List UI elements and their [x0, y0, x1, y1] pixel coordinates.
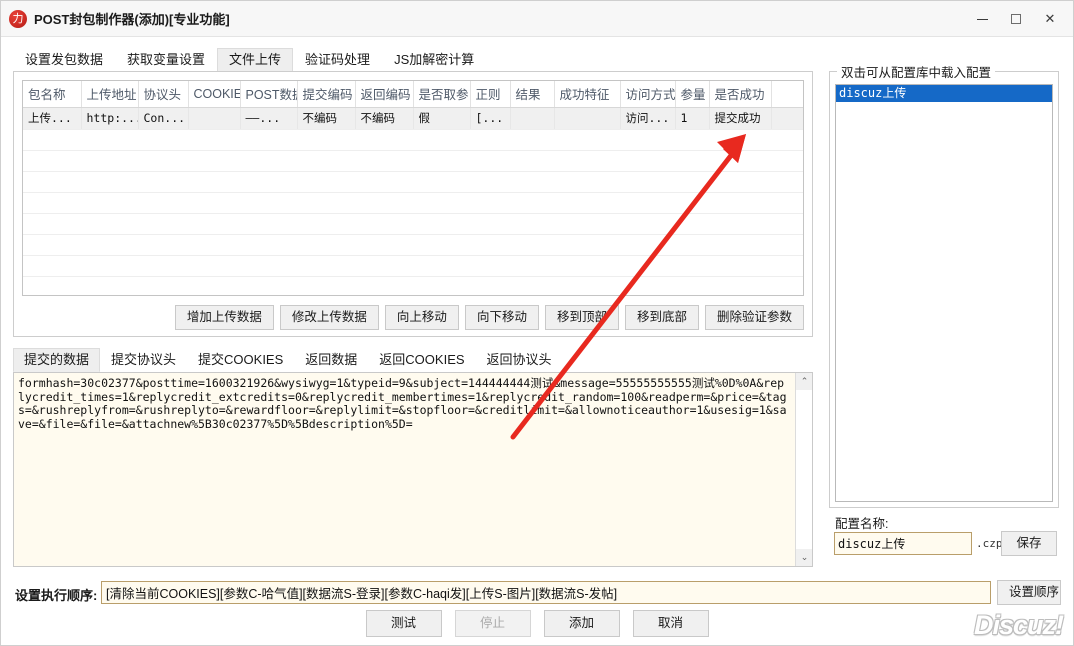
- dialog-action-row: 测试 停止 添加 取消: [1, 610, 1073, 637]
- cell-access-method: 访问...: [620, 107, 676, 130]
- tab-variable-settings[interactable]: 获取变量设置: [115, 48, 217, 72]
- title-bar: POST封包制作器(添加)[专业功能] ✕: [1, 1, 1073, 37]
- col-result[interactable]: 结果: [510, 81, 555, 108]
- exec-order-label: 设置执行顺序:: [15, 588, 98, 603]
- test-button[interactable]: 测试: [365, 610, 442, 637]
- submitted-data-content: formhash=30c02377&posttime=1600321926&wy…: [18, 376, 787, 431]
- table-row[interactable]: [23, 129, 803, 151]
- config-library-list[interactable]: discuz上传: [835, 84, 1053, 502]
- data-tab-strip: 提交的数据 提交协议头 提交COOKIES 返回数据 返回COOKIES 返回协…: [13, 348, 563, 372]
- col-protocol-header[interactable]: 协议头: [138, 81, 189, 108]
- save-config-button[interactable]: 保存: [1001, 531, 1057, 556]
- upload-data-grid[interactable]: 包名称 上传地址 协议头 COOKIE POST数据 提交编码 返回编码 是否取…: [22, 80, 804, 296]
- table-row[interactable]: [23, 150, 803, 172]
- cell-filler: [771, 107, 803, 130]
- tab-return-data[interactable]: 返回数据: [294, 348, 368, 372]
- col-is-success[interactable]: 是否成功: [709, 81, 772, 108]
- move-up-button[interactable]: 向上移动: [384, 304, 459, 330]
- scroll-down-icon[interactable]: ⌄: [796, 549, 812, 566]
- table-row[interactable]: [23, 213, 803, 235]
- config-library-group: discuz上传: [829, 71, 1059, 508]
- close-icon[interactable]: ✕: [1033, 1, 1067, 37]
- cell-submit-encoding: 不编码: [297, 107, 356, 130]
- minimize-button[interactable]: [965, 1, 999, 37]
- tab-return-headers[interactable]: 返回协议头: [476, 348, 563, 372]
- tab-send-packet-settings[interactable]: 设置发包数据: [13, 48, 115, 72]
- cell-post-data: ——...: [240, 107, 298, 130]
- col-cookie[interactable]: COOKIE: [188, 81, 241, 108]
- window-controls: ✕: [965, 1, 1073, 37]
- col-regex[interactable]: 正则: [470, 81, 511, 108]
- col-take-param[interactable]: 是否取参: [413, 81, 471, 108]
- config-name-input[interactable]: [834, 532, 972, 555]
- cell-upload-url: http:...: [81, 107, 139, 130]
- file-upload-panel: 包名称 上传地址 协议头 COOKIE POST数据 提交编码 返回编码 是否取…: [13, 71, 813, 337]
- tab-return-cookies[interactable]: 返回COOKIES: [368, 348, 475, 372]
- exec-order-input[interactable]: [101, 581, 991, 604]
- table-row[interactable]: 上传... http:... Con... ——... 不编码 不编码 假 [.…: [23, 107, 803, 130]
- submitted-data-textarea[interactable]: formhash=30c02377&posttime=1600321926&wy…: [13, 372, 813, 567]
- delete-verify-param-button[interactable]: 删除验证参数: [704, 304, 804, 330]
- cell-package-name: 上传...: [23, 107, 82, 130]
- cell-cookie: [188, 107, 241, 130]
- tab-file-upload[interactable]: 文件上传: [217, 48, 294, 72]
- config-name-label: 配置名称:: [835, 517, 889, 531]
- cell-return-encoding: 不编码: [355, 107, 414, 130]
- tab-captcha-handling[interactable]: 验证码处理: [293, 48, 382, 72]
- col-return-encoding[interactable]: 返回编码: [355, 81, 414, 108]
- col-post-data[interactable]: POST数据: [240, 81, 298, 108]
- col-filler: [771, 81, 803, 108]
- tab-submit-headers[interactable]: 提交协议头: [100, 348, 187, 372]
- col-upload-url[interactable]: 上传地址: [81, 81, 139, 108]
- grid-header-row: 包名称 上传地址 协议头 COOKIE POST数据 提交编码 返回编码 是否取…: [23, 81, 803, 108]
- col-quantity[interactable]: 参量: [675, 81, 710, 108]
- maximize-button[interactable]: [999, 1, 1033, 37]
- cell-protocol-header: Con...: [138, 107, 189, 130]
- col-package-name[interactable]: 包名称: [23, 81, 82, 108]
- app-logo-icon: [9, 9, 27, 28]
- cell-success-feature: [554, 107, 621, 130]
- tab-submitted-data[interactable]: 提交的数据: [13, 348, 101, 372]
- top-tab-strip: 设置发包数据 获取变量设置 文件上传 验证码处理 JS加解密计算: [13, 48, 486, 72]
- table-row[interactable]: [23, 234, 803, 256]
- config-library-legend: 双击可从配置库中载入配置: [837, 62, 996, 81]
- scroll-up-icon[interactable]: ⌃: [796, 373, 812, 390]
- edit-upload-data-button[interactable]: 修改上传数据: [279, 304, 379, 330]
- table-row[interactable]: [23, 171, 803, 193]
- table-row[interactable]: [23, 192, 803, 214]
- grid-button-row: 增加上传数据 修改上传数据 向上移动 向下移动 移到顶部 移到底部 删除验证参数: [22, 304, 804, 330]
- col-access-method[interactable]: 访问方式: [620, 81, 676, 108]
- post-packet-builder-window: POST封包制作器(添加)[专业功能] ✕ 设置发包数据 获取变量设置 文件上传…: [0, 0, 1074, 646]
- move-to-bottom-button[interactable]: 移到底部: [624, 304, 699, 330]
- add-upload-data-button[interactable]: 增加上传数据: [174, 304, 274, 330]
- col-success-feature[interactable]: 成功特征: [554, 81, 621, 108]
- list-item[interactable]: discuz上传: [836, 85, 1052, 102]
- cell-result: [510, 107, 555, 130]
- tab-js-crypto[interactable]: JS加解密计算: [382, 48, 486, 72]
- move-down-button[interactable]: 向下移动: [464, 304, 539, 330]
- move-to-top-button[interactable]: 移到顶部: [544, 304, 619, 330]
- tab-submit-cookies[interactable]: 提交COOKIES: [187, 348, 294, 372]
- cancel-button[interactable]: 取消: [632, 610, 709, 637]
- grid-body: 上传... http:... Con... ——... 不编码 不编码 假 [.…: [23, 107, 803, 295]
- set-order-button[interactable]: 设置顺序: [997, 580, 1061, 605]
- cell-take-param: 假: [413, 107, 471, 130]
- window-title: POST封包制作器(添加)[专业功能]: [34, 12, 230, 27]
- config-extension-label: .czp: [976, 537, 1003, 550]
- cell-is-success: 提交成功: [709, 107, 772, 130]
- stop-button: 停止: [454, 610, 531, 637]
- cell-quantity: 1: [675, 107, 710, 130]
- table-row[interactable]: [23, 276, 803, 295]
- discuz-watermark: Discuz!: [973, 610, 1064, 640]
- col-submit-encoding[interactable]: 提交编码: [297, 81, 356, 108]
- data-vertical-scrollbar[interactable]: ⌃ ⌄: [795, 373, 812, 566]
- cell-regex: [...: [470, 107, 511, 130]
- table-row[interactable]: [23, 255, 803, 277]
- add-button[interactable]: 添加: [543, 610, 620, 637]
